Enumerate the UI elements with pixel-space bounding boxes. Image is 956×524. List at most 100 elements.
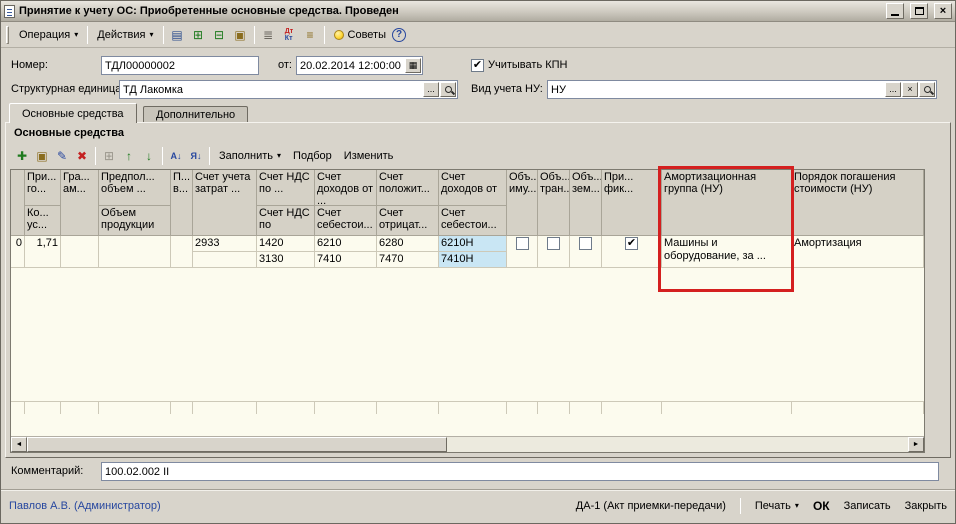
cell-income-nu-1[interactable]: 6210Н — [439, 236, 507, 252]
cell-empty[interactable] — [99, 236, 171, 268]
chevron-down-icon: ▾ — [795, 502, 799, 510]
close-button[interactable]: × — [934, 3, 952, 19]
column-header: Счет себестои... — [315, 206, 377, 236]
close-form-button[interactable]: Закрыть — [905, 500, 947, 512]
column-header: Счет НДС по ... — [257, 170, 315, 206]
comment-label: Комментарий: — [11, 462, 83, 481]
post-document-button[interactable]: ⊞ — [188, 25, 209, 45]
column-header: Объем продукции — [99, 206, 171, 236]
row-checkbox-1[interactable] — [547, 237, 560, 250]
calendar-button[interactable]: ▦ — [405, 58, 421, 73]
horizontal-scrollbar[interactable]: ◄ ► — [11, 436, 924, 452]
comment-input[interactable]: 100.02.002 II — [101, 462, 939, 481]
dtkt-button[interactable]: ДтКт — [279, 25, 300, 45]
operation-menu-button[interactable]: Операция▾ — [13, 25, 84, 45]
open-button[interactable] — [919, 82, 935, 97]
move-up-button[interactable]: ↑ — [119, 146, 139, 166]
copy-row-button[interactable]: ▣ — [32, 146, 52, 166]
interval-button[interactable]: ⊞ — [99, 146, 119, 166]
cell-repayment[interactable]: Амортизация — [792, 236, 924, 268]
fixed-assets-table: При... го... Ко... ус... Гра... ам... Пр… — [10, 169, 925, 453]
column-header: Счет отрицат... — [377, 206, 439, 236]
minimize-button[interactable] — [886, 3, 904, 19]
cell-vat-2[interactable]: 3130 — [257, 252, 315, 268]
print-form-button[interactable]: ДА-1 (Акт приемки-передачи) — [576, 500, 726, 512]
scrollbar-track[interactable] — [447, 437, 908, 452]
cell-positive-1[interactable]: 6280 — [377, 236, 439, 252]
clear-button[interactable]: × — [902, 82, 918, 97]
delete-row-button[interactable]: ✖ — [72, 146, 92, 166]
cell-income-nu-2[interactable]: 7410Н — [439, 252, 507, 268]
write-button[interactable]: Записать — [844, 500, 891, 512]
column-header: Амортизационная группа (НУ) — [662, 170, 792, 236]
row-checkbox-3[interactable] — [625, 237, 638, 250]
scrollbar-thumb[interactable] — [27, 437, 447, 452]
magnifier-icon — [445, 86, 452, 93]
scroll-left-button[interactable]: ◄ — [11, 437, 27, 452]
edit-row-button[interactable]: ✎ — [52, 146, 72, 166]
cell-cost-account[interactable]: 2933 — [193, 236, 257, 252]
toolbar-separator — [209, 147, 210, 165]
sort-asc-button[interactable]: А↓ — [166, 146, 186, 166]
window-title: Принятие к учету ОС: Приобретенные основ… — [19, 5, 880, 17]
cell-income-1[interactable]: 6210 — [315, 236, 377, 252]
number-input[interactable]: ТДЛ00000002 — [101, 56, 259, 75]
register-records-button[interactable]: ≡ — [300, 25, 321, 45]
date-label: от: — [278, 56, 292, 75]
move-down-button[interactable]: ↓ — [139, 146, 159, 166]
table-empty-area — [11, 268, 924, 401]
statusbar-separator — [740, 498, 741, 514]
open-button[interactable] — [440, 82, 456, 97]
column-header — [11, 170, 25, 236]
select-button[interactable]: ... — [885, 82, 901, 97]
cell-empty[interactable] — [171, 236, 193, 268]
cell-row-number[interactable]: 0 — [11, 236, 25, 268]
column-header: Счет себестои... — [439, 206, 507, 236]
fill-button[interactable]: Заполнить▾ — [213, 146, 287, 166]
movements-button[interactable]: ⊟ — [209, 25, 230, 45]
maximize-icon — [915, 7, 924, 15]
nu-input[interactable]: НУ ... × — [547, 80, 937, 99]
scroll-right-button[interactable]: ► — [908, 437, 924, 452]
column-header: При... го... — [25, 170, 61, 206]
copy-document-button[interactable]: ▣ — [230, 25, 251, 45]
column-header: П... в... — [171, 170, 193, 236]
sort-asc-icon: А↓ — [171, 152, 182, 161]
kpn-label: Учитывать КПН — [488, 56, 568, 75]
calendar-icon: ▦ — [409, 61, 418, 70]
lightbulb-icon — [334, 30, 344, 40]
cell-vat-1[interactable]: 1420 — [257, 236, 315, 252]
unit-label: Структурная единица: — [11, 80, 124, 99]
cell-price[interactable]: 1,71 — [25, 236, 61, 268]
maximize-button[interactable] — [910, 3, 928, 19]
cell-income-2[interactable]: 7410 — [315, 252, 377, 268]
print-button[interactable]: Печать▾ — [755, 500, 799, 512]
cell-positive-2[interactable]: 7470 — [377, 252, 439, 268]
actions-menu-button[interactable]: Действия▾ — [91, 25, 159, 45]
unit-input[interactable]: ТД Лакомка ... — [119, 80, 458, 99]
cell-empty[interactable] — [193, 252, 257, 268]
pick-button[interactable]: Подбор — [287, 146, 338, 166]
row-checkbox-2[interactable] — [579, 237, 592, 250]
cell-amort-group[interactable]: Машины и оборудование, за ... — [662, 236, 792, 268]
date-input[interactable]: 20.02.2014 12:00:00 ▦ — [296, 56, 423, 75]
cell-empty[interactable] — [61, 236, 99, 268]
tips-button[interactable]: Советы — [328, 25, 392, 45]
column-header: Объ... тран... — [538, 170, 570, 236]
select-button[interactable]: ... — [423, 82, 439, 97]
change-button[interactable]: Изменить — [338, 146, 400, 166]
save-button[interactable]: ▤ — [167, 25, 188, 45]
user-link[interactable]: Павлов А.В. (Администратор) — [9, 500, 161, 512]
tab-additional[interactable]: Дополнительно — [143, 106, 248, 123]
app-window: Принятие к учету ОС: Приобретенные основ… — [0, 0, 956, 524]
column-header: Счет учета затрат ... — [193, 170, 257, 236]
number-label: Номер: — [11, 56, 48, 75]
ok-button[interactable]: ОК — [813, 499, 830, 513]
structure-button[interactable]: ≣ — [258, 25, 279, 45]
help-button[interactable]: ? — [392, 28, 406, 42]
kpn-checkbox[interactable] — [471, 59, 484, 72]
tab-fixed-assets[interactable]: Основные средства — [9, 103, 137, 123]
sort-desc-button[interactable]: Я↓ — [186, 146, 206, 166]
add-row-button[interactable]: ✚ — [12, 146, 32, 166]
row-checkbox-0[interactable] — [516, 237, 529, 250]
